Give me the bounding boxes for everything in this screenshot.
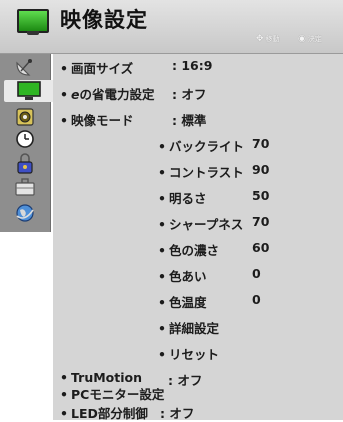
menu-item-picture-mode[interactable]: • 映像モード : 標準 xyxy=(60,110,206,129)
submenu-item-color[interactable]: • 色の濃さ 60 xyxy=(158,240,269,259)
sidebar-item-option[interactable] xyxy=(4,176,46,198)
tv-screen-icon xyxy=(16,81,41,100)
submenu-item-sharpness[interactable]: • シャープネス 70 xyxy=(158,214,269,233)
dpad-icon: ✥ xyxy=(256,34,264,44)
sidebar-item-channel[interactable] xyxy=(4,56,46,78)
sidebar-item-audio[interactable] xyxy=(4,106,46,128)
menu-item-screen-size[interactable]: • 画面サイズ : 16:9 xyxy=(60,58,212,77)
submenu-item-tint[interactable]: • 色あい 0 xyxy=(158,266,261,285)
hint-move: ✥ 移動 xyxy=(256,34,280,44)
menu-item-energy-saving[interactable]: • eの省電力設定 : オフ xyxy=(60,84,206,103)
speaker-icon xyxy=(16,108,34,126)
sidebar-item-time[interactable] xyxy=(4,128,46,150)
submenu-item-advanced[interactable]: • 詳細設定 xyxy=(158,318,219,337)
submenu-item-brightness[interactable]: • 明るさ 50 xyxy=(158,188,269,207)
submenu-item-color-temperature[interactable]: • 色温度 0 xyxy=(158,292,261,311)
lock-icon xyxy=(17,153,33,174)
globe-icon xyxy=(16,204,34,222)
submenu-item-reset[interactable]: • リセット xyxy=(158,344,219,363)
ok-button-icon: ◉ xyxy=(298,34,306,44)
page-title: 映像設定 xyxy=(60,8,148,32)
toolbox-icon xyxy=(15,178,35,196)
submenu-item-backlight[interactable]: • バックライト 70 xyxy=(158,136,269,155)
satellite-dish-icon xyxy=(16,59,32,76)
sidebar-item-lock[interactable] xyxy=(4,152,46,174)
hint-ok: ◉ 決定 xyxy=(298,34,322,44)
header-bar: 映像設定 ✥ 移動 ◉ 決定 xyxy=(0,0,343,54)
menu-item-pc-monitor[interactable]: • PCモニター設定 xyxy=(60,384,164,403)
settings-panel xyxy=(53,54,343,420)
sidebar-item-network[interactable] xyxy=(4,202,46,224)
sidebar-item-picture[interactable] xyxy=(4,80,53,102)
menu-item-led-local-dimming[interactable]: • LED部分制御 : オフ xyxy=(60,403,194,422)
clock-icon xyxy=(16,130,34,148)
submenu-item-contrast[interactable]: • コントラスト 90 xyxy=(158,162,269,181)
menu-item-trumotion[interactable]: • TruMotion : オフ xyxy=(60,370,202,388)
category-sidebar xyxy=(0,54,53,232)
tv-screen-icon xyxy=(17,9,49,35)
